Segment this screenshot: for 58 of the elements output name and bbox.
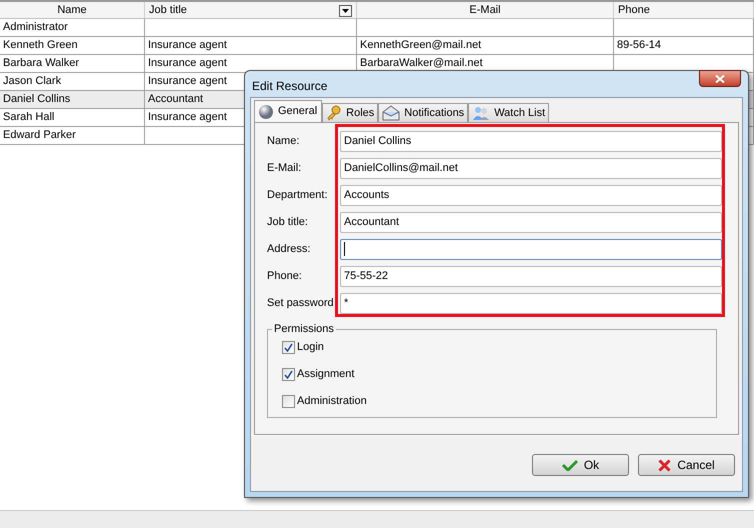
- checkbox[interactable]: [282, 395, 295, 408]
- input-field[interactable]: Accountant: [340, 212, 722, 232]
- input-field[interactable]: *: [340, 292, 722, 314]
- table-cell-text: Administrator: [3, 20, 68, 36]
- field-label: Job title:: [267, 214, 309, 230]
- input-field[interactable]: Accounts: [340, 184, 722, 206]
- tab[interactable]: Notifications: [378, 103, 468, 122]
- window-title: Edit Resource: [251, 78, 328, 94]
- checkbox-label: Administration: [297, 394, 367, 410]
- checkbox[interactable]: [282, 368, 295, 381]
- group-title: Permissions: [273, 322, 335, 337]
- checkbox-label: Assignment: [297, 367, 354, 382]
- table-cell-text: Insurance agent: [148, 56, 227, 72]
- column-header[interactable]: E-Mail: [357, 2, 614, 18]
- input-field[interactable]: DanielCollins@mail.net: [340, 158, 722, 178]
- table-cell-text: 89-56-14: [617, 38, 662, 54]
- table-cell-text: Sarah Hall: [3, 110, 54, 126]
- input-field[interactable]: [340, 238, 722, 260]
- dropdown-icon[interactable]: [339, 5, 352, 17]
- close-icon: [715, 74, 725, 82]
- field-label: Name:: [267, 134, 300, 149]
- input-field[interactable]: 75-55-22: [340, 266, 722, 286]
- table-cell-text: BarbaraWalker@mail.net: [360, 56, 483, 72]
- close-button[interactable]: [699, 70, 741, 87]
- field-label: Phone:: [267, 268, 303, 284]
- checkbox[interactable]: [282, 341, 295, 354]
- column-header[interactable]: Name: [0, 2, 145, 18]
- cross-icon: [658, 458, 672, 472]
- tab[interactable]: Watch List: [468, 103, 550, 122]
- checkmark-icon: [562, 459, 578, 471]
- table-cell-text: Edward Parker: [3, 128, 76, 144]
- field-label: Set password: [267, 296, 335, 311]
- sphere-icon: [258, 104, 274, 120]
- ok-button[interactable]: Ok: [532, 454, 629, 476]
- field-label: E-Mail:: [267, 160, 302, 176]
- table-row[interactable]: Administrator: [0, 19, 754, 37]
- table-cell-text: Barbara Walker: [3, 56, 80, 72]
- envelope-icon: [382, 105, 400, 121]
- table-cell-text: KennethGreen@mail.net: [360, 38, 482, 54]
- cancel-button[interactable]: Cancel: [638, 454, 735, 476]
- table-cell-text: Jason Clark: [3, 74, 62, 90]
- table-cell-text: Accountant: [148, 92, 204, 108]
- field-label: Address:: [267, 242, 312, 257]
- column-header[interactable]: Phone: [614, 2, 754, 18]
- table-cell-text: Insurance agent: [148, 74, 227, 90]
- people-icon: [472, 105, 490, 121]
- table-cell-text: Insurance agent: [148, 110, 227, 126]
- table-cell-text: Insurance agent: [148, 38, 227, 54]
- tab[interactable]: Roles: [322, 103, 378, 122]
- table-cell-text: Daniel Collins: [3, 92, 70, 108]
- tab[interactable]: General: [254, 100, 322, 122]
- checkbox-label: Login: [297, 340, 324, 356]
- input-field[interactable]: Daniel Collins: [340, 130, 722, 152]
- column-header[interactable]: Job title: [145, 2, 357, 18]
- table-row[interactable]: Kenneth Green Insurance agent KennethGreen@mail.net 89-56-14: [0, 37, 754, 55]
- key-icon: [326, 105, 342, 121]
- table-cell-text: Kenneth Green: [3, 38, 78, 54]
- field-label: Department:: [267, 188, 329, 203]
